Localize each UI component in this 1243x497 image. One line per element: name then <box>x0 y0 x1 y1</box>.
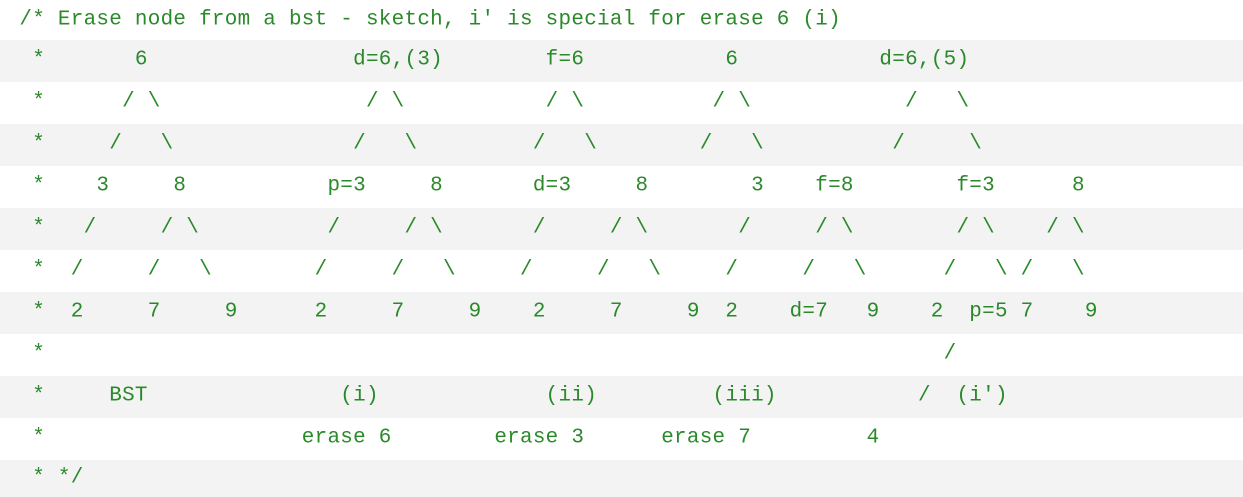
code-line: * / / \ / / \ / / \ / / \ / \ / \ <box>0 208 1243 250</box>
code-line-text: /* Erase node from a bst - sketch, i' is… <box>19 8 841 32</box>
code-line: * / <box>0 334 1243 376</box>
code-line: * 2 7 9 2 7 9 2 7 9 2 d=7 9 2 p=5 7 9 <box>0 292 1243 334</box>
code-line-text: * 6 d=6,(3) f=6 6 d=6,(5) <box>19 48 970 72</box>
code-line-text: * erase 6 erase 3 erase 7 4 <box>19 426 880 450</box>
code-line-text: * / <box>19 342 957 366</box>
code-line: * 3 8 p=3 8 d=3 8 3 f=8 f=3 8 <box>0 166 1243 208</box>
code-line: * 6 d=6,(3) f=6 6 d=6,(5) <box>0 40 1243 82</box>
code-comment-block: /* Erase node from a bst - sketch, i' is… <box>0 0 1243 497</box>
code-line-text: * / / \ / / \ / / \ / / \ / \ / \ <box>19 258 1085 282</box>
code-line: * */ <box>0 460 1243 497</box>
code-line-text: * / \ / \ / \ / \ / \ <box>19 132 983 156</box>
code-line-text: * 2 7 9 2 7 9 2 7 9 2 d=7 9 2 p=5 7 9 <box>19 300 1098 324</box>
code-line-text: * */ <box>19 466 84 490</box>
code-line: * / / \ / / \ / / \ / / \ / \ / \ <box>0 250 1243 292</box>
code-line-text: * BST (i) (ii) (iii) / (i') <box>19 384 1008 408</box>
code-line: * / \ / \ / \ / \ / \ <box>0 82 1243 124</box>
code-line-text: * / \ / \ / \ / \ / \ <box>19 90 970 114</box>
code-line: /* Erase node from a bst - sketch, i' is… <box>0 0 1243 42</box>
code-line: * / \ / \ / \ / \ / \ <box>0 124 1243 166</box>
code-line-text: * / / \ / / \ / / \ / / \ / \ / \ <box>19 216 1085 240</box>
code-line: * BST (i) (ii) (iii) / (i') <box>0 376 1243 418</box>
code-line-text: * 3 8 p=3 8 d=3 8 3 f=8 f=3 8 <box>19 174 1085 198</box>
code-line: * erase 6 erase 3 erase 7 4 <box>0 418 1243 460</box>
